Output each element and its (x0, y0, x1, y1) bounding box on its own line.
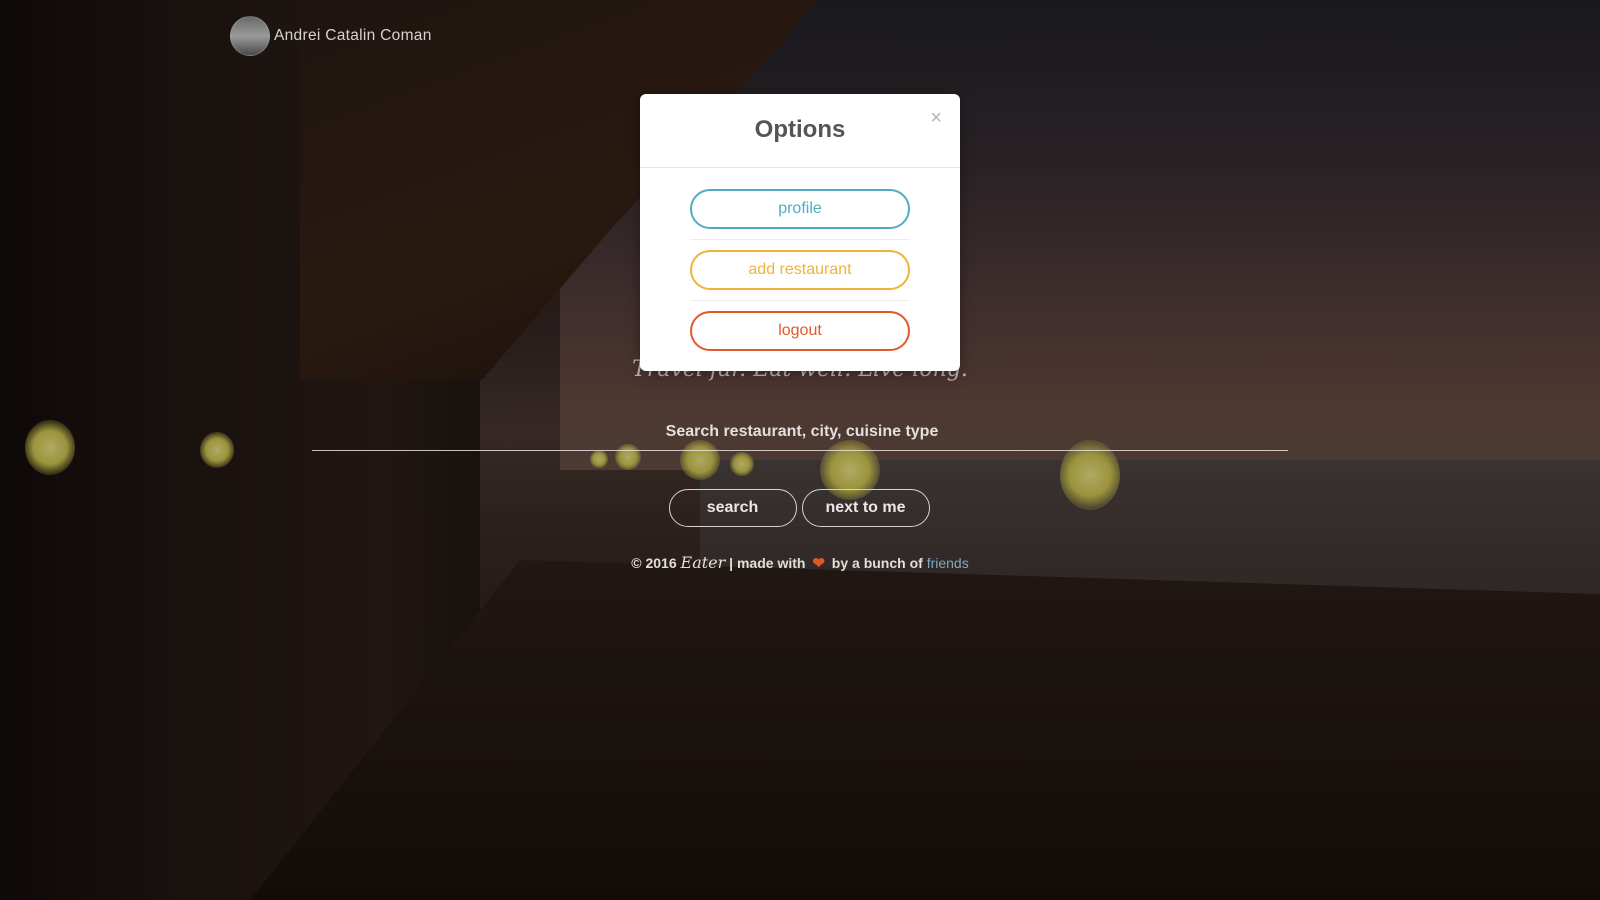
divider (690, 300, 910, 301)
add-restaurant-button[interactable]: add restaurant (690, 250, 910, 290)
modal-body: profile add restaurant logout (640, 168, 960, 351)
brand-logo-text: Eater (680, 553, 726, 572)
modal-header: Options × (640, 94, 960, 168)
footer-made-with: | made with (729, 555, 806, 571)
profile-button[interactable]: profile (690, 189, 910, 229)
search-button[interactable]: search (668, 489, 797, 527)
footer-copyright: © 2016 (631, 555, 677, 571)
search-field[interactable] (312, 412, 1292, 452)
search-input[interactable] (312, 412, 1292, 452)
footer: © 2016 Eater | made with ❤ by a bunch of… (0, 553, 1600, 572)
heart-icon: ❤ (812, 555, 825, 572)
avatar[interactable] (230, 16, 270, 56)
modal-title: Options (754, 116, 846, 143)
logout-button[interactable]: logout (690, 311, 910, 351)
user-name[interactable]: Andrei Catalin Coman (274, 27, 432, 45)
next-to-me-button[interactable]: next to me (801, 489, 930, 527)
divider (690, 239, 910, 240)
options-modal: Options × profile add restaurant logout (640, 94, 960, 371)
user-profile[interactable]: Andrei Catalin Coman (230, 16, 432, 56)
friends-link[interactable]: friends (927, 555, 969, 571)
footer-by-bunch: by a bunch of (831, 555, 923, 571)
search-actions: search next to me (0, 489, 1600, 527)
close-icon[interactable]: × (930, 108, 942, 128)
